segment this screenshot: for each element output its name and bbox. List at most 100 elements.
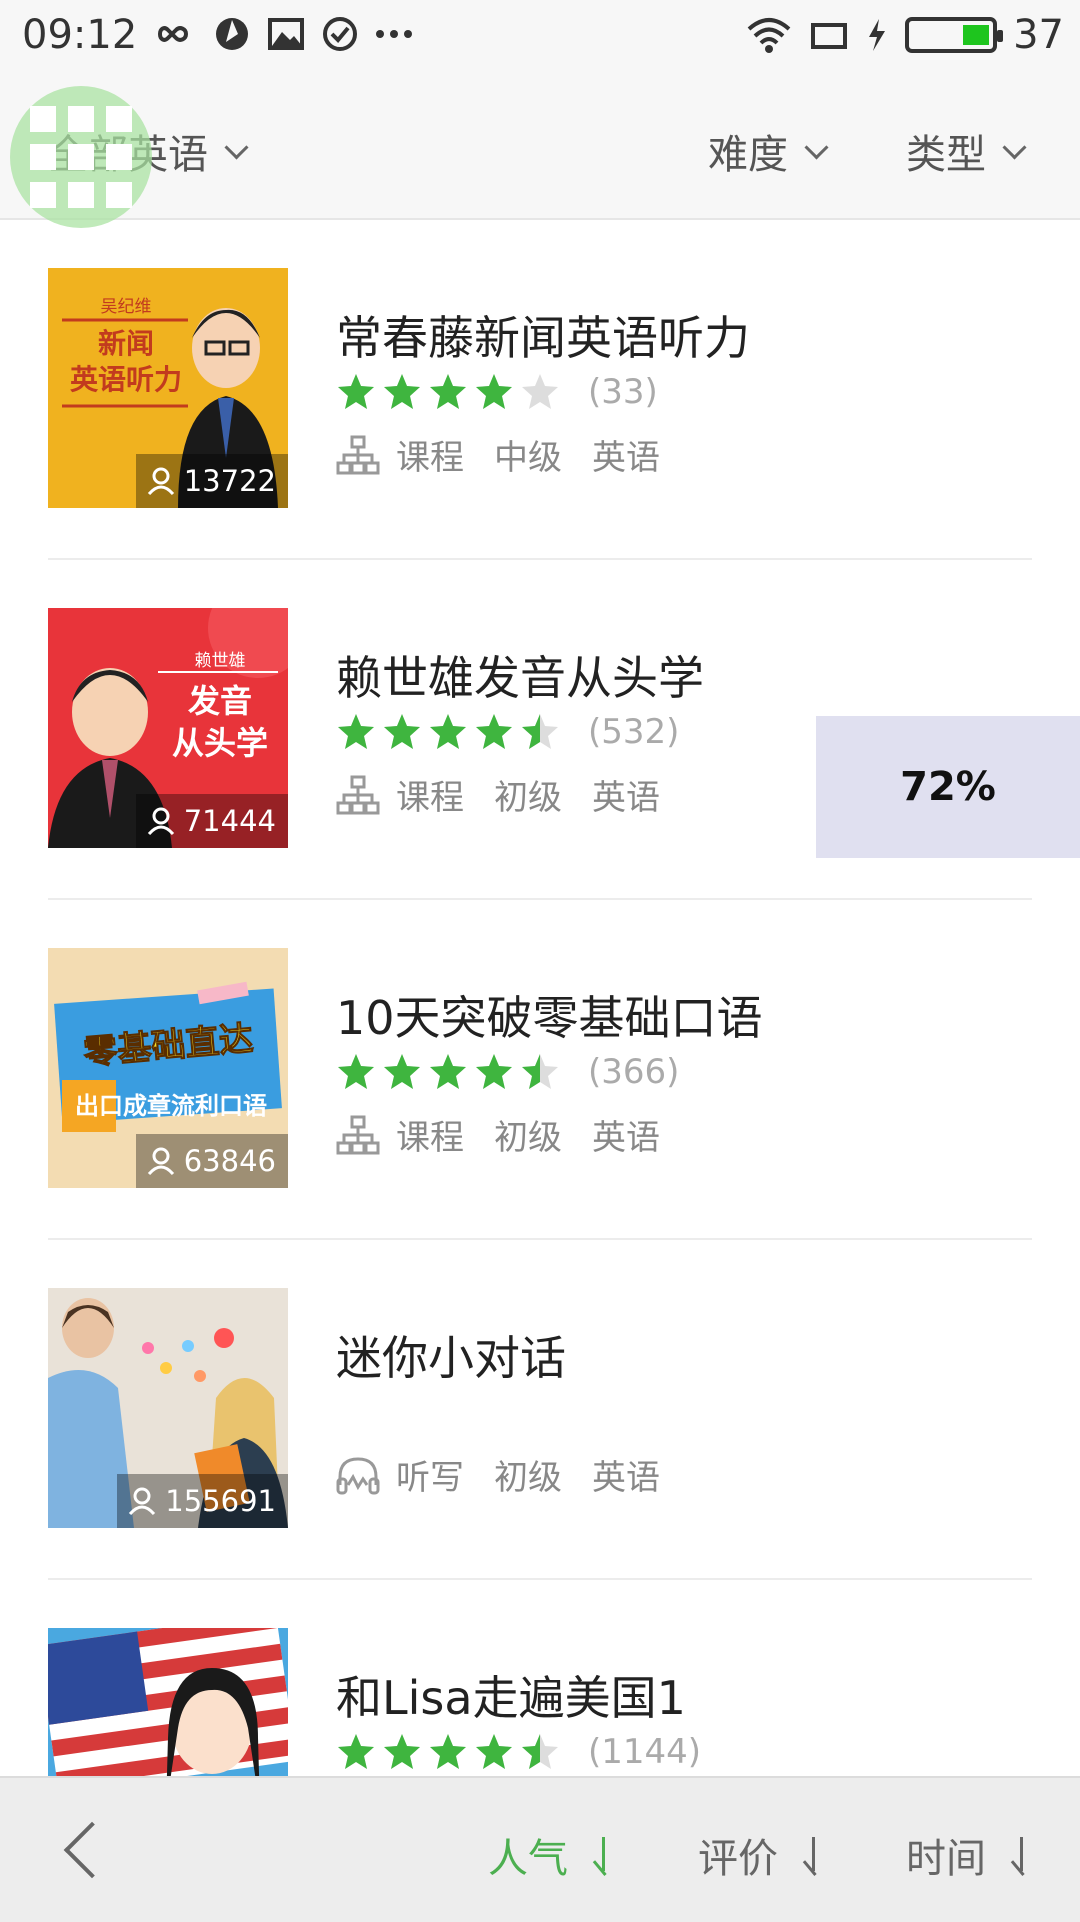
course-kind: 课程 [396,1118,464,1158]
course-level: 初级 [494,1118,562,1158]
rating-count: (532) [588,712,680,752]
filter-bar: 全部英语 难度 类型 [0,76,1080,220]
learner-count: 71444 [135,794,288,848]
sort-down-arrow-icon [1012,1837,1032,1873]
chevron-down-icon [1002,134,1027,160]
star-icon [430,1734,466,1769]
course-title: 赖世雄发音从头学 [336,651,704,705]
course-row[interactable]: 零基础直达 出口成章流利口语 63846 10天突破零基础口语 (366) 课程… [0,900,1080,1240]
star-icon [338,1734,374,1769]
course-row[interactable]: 155691 迷你小对话 听写 初级 英语 [0,1240,1080,1580]
course-level: 中级 [494,438,562,478]
thumbnail-author: 赖世雄 [194,651,246,671]
course-title: 10天突破零基础口语 [336,991,763,1045]
rating-stars [336,712,566,752]
sort-time-label: 时间 [906,1836,986,1882]
grid-icon [30,106,132,208]
sort-down-arrow-icon [804,1837,824,1873]
headphones-icon [336,1456,380,1494]
status-left-icons [148,16,412,52]
course-language: 英语 [592,438,660,478]
thumbnail-subtitle: 出口成章流利口语 [75,1092,267,1120]
learner-count: 155691 [117,1474,288,1528]
course-thumbnail: 155691 [48,1288,288,1528]
rating-stars [336,1052,566,1092]
star-icon [384,714,420,749]
type-filter-label: 类型 [906,132,986,178]
battery-level: 37 [1013,12,1064,58]
user-icon [147,467,174,496]
back-chevron-icon[interactable] [63,1821,121,1879]
sort-popular-button[interactable]: 人气 [488,1826,614,1884]
star-icon [522,1054,558,1089]
star-icon [476,1054,512,1089]
rating-count: (366) [588,1052,680,1092]
user-icon [147,807,174,836]
thumbnail-title: 新闻 英语听力 [69,327,182,396]
battery-icon [905,17,1004,53]
star-icon [476,1734,512,1769]
rating: (366) [336,1052,679,1092]
hierarchy-icon [336,1115,380,1154]
rating: (532) [336,712,679,752]
screen-icon [811,23,848,49]
more-icon [376,30,412,38]
progress-percentage-overlay: 72% [816,716,1080,858]
status-time: 09:12 [22,12,138,58]
floating-menu-button[interactable] [10,86,152,228]
course-row[interactable]: 吴纪维 新闻 英语听力 13722 常春藤新闻英语听力 (33) 课程 中级 英… [0,220,1080,560]
learner-count-value: 13722 [183,464,276,498]
course-thumbnail: 吴纪维 新闻 英语听力 13722 [48,268,288,508]
star-icon [384,1054,420,1089]
course-title: 常春藤新闻英语听力 [336,311,750,365]
star-icon [430,1054,466,1089]
sort-rating-button[interactable]: 评价 [698,1826,824,1884]
learner-count-value: 63846 [183,1144,276,1178]
difficulty-filter-label: 难度 [708,132,788,178]
course-kind: 课程 [396,778,464,818]
rating-count: (33) [588,372,658,412]
user-icon [147,1147,174,1176]
star-icon [476,374,512,409]
rating-count: (1144) [588,1732,702,1772]
status-bar: 09:12 37 [0,0,1080,76]
difficulty-filter[interactable]: 难度 [708,122,829,180]
rating-stars [336,372,566,412]
course-meta: 课程 中级 英语 [336,430,660,479]
chevron-down-icon [804,134,829,160]
learner-count: 13722 [135,454,288,508]
sort-time-button[interactable]: 时间 [906,1826,1032,1884]
star-icon [384,1734,420,1769]
star-icon [384,374,420,409]
user-icon [129,1487,156,1516]
learner-count-value: 71444 [183,804,276,838]
thumbnail-author: 吴纪维 [100,297,152,317]
course-kind: 听写 [396,1458,464,1498]
rating: (1144) [336,1732,701,1772]
star-icon [522,714,558,749]
course-meta: 课程 初级 英语 [336,1110,660,1159]
course-language: 英语 [592,1458,660,1498]
course-title: 迷你小对话 [336,1331,566,1385]
course-language: 英语 [592,778,660,818]
star-icon [430,374,466,409]
course-kind: 课程 [396,438,464,478]
status-right-icons: 37 [745,12,1064,58]
rating-stars [336,1732,566,1772]
course-list: 吴纪维 新闻 英语听力 13722 常春藤新闻英语听力 (33) 课程 中级 英… [0,220,1080,1920]
type-filter[interactable]: 类型 [906,122,1027,180]
thumbnail-title: 发音 从头学 [171,682,268,762]
star-icon [430,714,466,749]
course-thumbnail: 赖世雄 发音 从头学 71444 [48,608,288,848]
wifi-icon [747,18,791,53]
course-language: 英语 [592,1118,660,1158]
learner-count-value: 155691 [165,1484,276,1518]
rating: (33) [336,372,658,412]
image-icon [268,18,304,50]
star-icon [338,374,374,409]
sort-bar: 人气 评价 时间 [0,1776,1080,1922]
sort-popular-label: 人气 [488,1836,568,1882]
sort-rating-label: 评价 [698,1836,778,1882]
course-level: 初级 [494,1458,562,1498]
hierarchy-icon [336,435,380,474]
